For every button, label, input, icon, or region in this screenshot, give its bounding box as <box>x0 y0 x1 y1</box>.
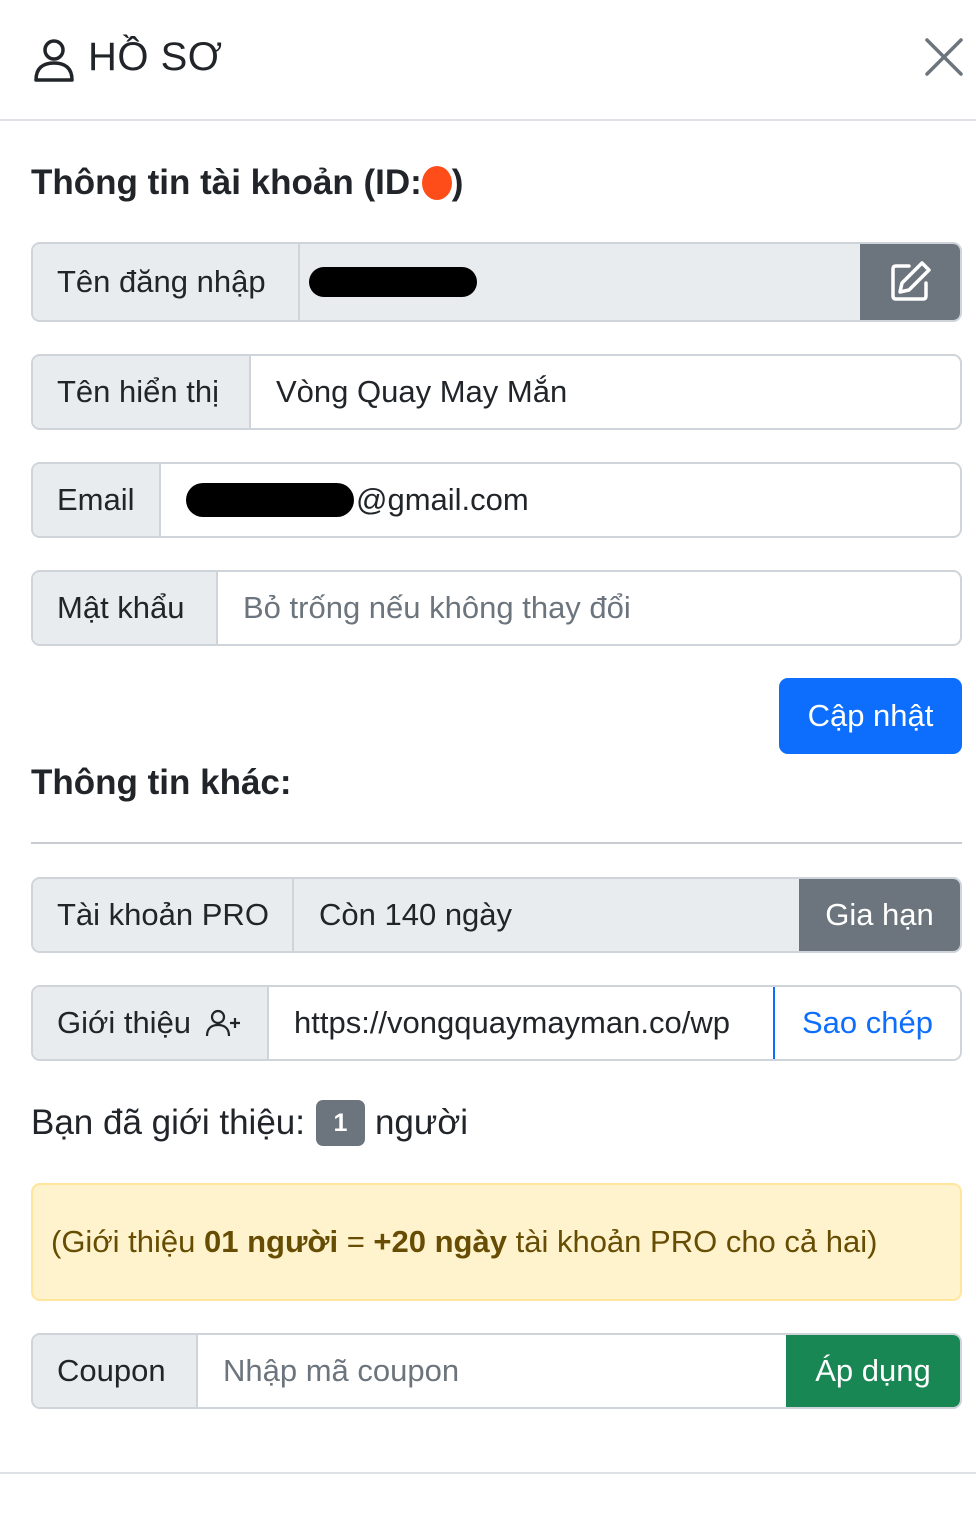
username-label: Tên đăng nhập <box>33 244 300 320</box>
user-plus-icon <box>205 1009 241 1037</box>
coupon-input[interactable] <box>223 1353 761 1389</box>
other-info-heading: Thông tin khác: <box>31 763 292 802</box>
renew-button[interactable]: Gia hạn <box>799 879 960 951</box>
referred-count-text: Bạn đã giới thiệu: 1 người <box>31 1100 468 1146</box>
username-group: Tên đăng nhập <box>31 242 962 322</box>
email-group: Email @gmail.com <box>31 462 962 538</box>
modal-title: HỒ SƠ <box>88 35 223 79</box>
modal-header: HỒ SƠ <box>0 0 976 121</box>
redacted-email-user <box>186 483 354 517</box>
email-domain: @gmail.com <box>356 482 529 517</box>
pro-account-group: Tài khoản PRO Còn 140 ngày Gia hạn <box>31 877 962 953</box>
email-input[interactable]: @gmail.com <box>161 464 960 536</box>
apply-coupon-button[interactable]: Áp dụng <box>786 1335 960 1407</box>
coupon-label: Coupon <box>33 1335 198 1407</box>
update-button[interactable]: Cập nhật <box>779 678 962 754</box>
pro-remaining-days: Còn 140 ngày <box>294 879 799 951</box>
edit-icon <box>891 261 931 301</box>
promo-open: (Giới thiệu <box>51 1224 204 1259</box>
display-name-group: Tên hiển thị Vòng Quay May Mắn <box>31 354 962 430</box>
coupon-group: Coupon Áp dụng <box>31 1333 962 1409</box>
person-icon <box>34 39 74 82</box>
copy-button[interactable]: Sao chép <box>773 987 960 1059</box>
password-field[interactable] <box>218 572 960 644</box>
password-input[interactable] <box>243 590 935 626</box>
promo-close: tài khoản PRO cho cả hai) <box>506 1224 878 1259</box>
close-icon[interactable] <box>922 35 966 79</box>
referred-prefix: Bạn đã giới thiệu: <box>31 1103 305 1142</box>
account-info-heading-text: Thông tin tài khoản (ID: <box>31 163 422 202</box>
redacted-username <box>309 267 477 297</box>
modal-footer-divider <box>0 1472 976 1474</box>
referral-promo-alert: (Giới thiệu 01 người = +20 ngày tài khoả… <box>31 1183 962 1301</box>
referral-label: Giới thiệu <box>57 1005 192 1040</box>
edit-username-button[interactable] <box>860 244 960 320</box>
display-name-label: Tên hiển thị <box>33 356 251 428</box>
password-group: Mật khẩu <box>31 570 962 646</box>
promo-mid: = <box>338 1224 374 1259</box>
promo-bold-days: +20 ngày <box>373 1224 507 1259</box>
referred-suffix: người <box>374 1103 469 1142</box>
username-field <box>300 244 860 320</box>
referral-link-input[interactable]: https://vongquaymayman.co/wp <box>269 987 773 1059</box>
redacted-id-mark <box>421 166 452 200</box>
divider <box>31 842 962 844</box>
email-label: Email <box>33 464 161 536</box>
referred-count-badge: 1 <box>315 1100 365 1146</box>
account-info-heading: Thông tin tài khoản (ID:) <box>31 162 463 204</box>
referral-label-cell: Giới thiệu <box>33 987 269 1059</box>
referral-group: Giới thiệu https://vongquaymayman.co/wp … <box>31 985 962 1061</box>
display-name-input[interactable]: Vòng Quay May Mắn <box>251 356 960 428</box>
coupon-field[interactable] <box>198 1335 786 1407</box>
heading-close-paren: ) <box>451 163 464 202</box>
promo-bold-people: 01 người <box>204 1224 339 1259</box>
password-label: Mật khẩu <box>33 572 218 644</box>
pro-account-label: Tài khoản PRO <box>33 879 294 951</box>
